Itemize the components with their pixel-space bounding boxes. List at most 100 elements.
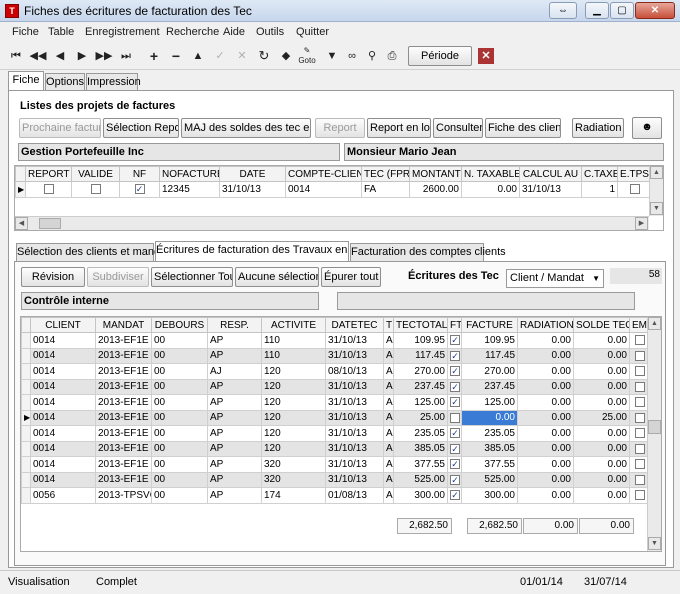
tab-options[interactable]: Options <box>45 73 85 91</box>
col-ft[interactable]: FT <box>447 317 462 333</box>
col-date[interactable]: DATE <box>219 166 286 182</box>
table-row[interactable]: 0014 2013-EF1E 00 AP 320 31/10/13 A 377.55 ✓ 377.… <box>21 456 650 473</box>
cell-mandat[interactable]: 2013-EF1E <box>95 471 152 488</box>
minimize-button[interactable]: ▁ <box>585 2 609 19</box>
cell-resp[interactable]: AP <box>207 456 262 473</box>
cell-solde[interactable]: 0.00 <box>573 471 630 488</box>
cell-mandat[interactable]: 2013-TPSVQ <box>95 487 152 504</box>
report-en-lot-button[interactable]: Report en lot <box>367 118 431 138</box>
col-montant[interactable]: MONTANT <box>409 166 462 182</box>
periode-button[interactable]: Période <box>408 46 472 66</box>
cell-activite[interactable]: 120 <box>261 363 326 380</box>
cell-ctaxe[interactable]: 1 <box>581 181 618 198</box>
add-icon[interactable]: + <box>144 46 164 66</box>
ft-checkbox-box[interactable]: ✓ <box>450 443 460 454</box>
cell-activite[interactable]: 320 <box>261 471 326 488</box>
cell-facture[interactable]: 300.00 <box>461 487 518 504</box>
col-mandat[interactable]: MANDAT <box>95 317 152 333</box>
table-row[interactable]: 0014 2013-EF1E 00 AP 110 31/10/13 A 117.45 ✓ 117.… <box>21 347 650 364</box>
col-debours[interactable]: DEBOURS <box>151 317 208 333</box>
cell-calcul[interactable]: 31/10/13 <box>519 181 582 198</box>
cell-tectotal[interactable]: 525.00 <box>393 471 448 488</box>
scroll-left-icon[interactable]: ◀ <box>15 217 28 230</box>
cell-datetec[interactable]: 31/10/13 <box>325 347 384 364</box>
cell-client[interactable]: 0014 <box>30 456 96 473</box>
col-tec[interactable]: TEC (FPR) <box>361 166 410 182</box>
cell-radiation[interactable]: 0.00 <box>517 378 574 395</box>
col-ntaxable[interactable]: N. TAXABLE <box>461 166 520 182</box>
ft-checkbox[interactable]: ✓ <box>447 425 462 442</box>
cell-radiation[interactable]: 0.00 <box>517 471 574 488</box>
cell-resp[interactable]: AP <box>207 332 262 349</box>
col-compte-client[interactable]: COMPTE-CLIENT <box>285 166 362 182</box>
cell-tectotal[interactable]: 377.55 <box>393 456 448 473</box>
cell-t[interactable]: A <box>383 471 394 488</box>
cell-datetec[interactable]: 31/10/13 <box>325 332 384 349</box>
cell-tectotal[interactable]: 300.00 <box>393 487 448 504</box>
cell-tectotal[interactable]: 125.00 <box>393 394 448 411</box>
cell-debours[interactable]: 00 <box>151 409 208 426</box>
cell-solde[interactable]: 0.00 <box>573 332 630 349</box>
restore-arrows-button[interactable]: ⇔ <box>549 2 577 19</box>
ft-checkbox[interactable]: ✓ <box>447 487 462 504</box>
col-nf[interactable]: NF <box>119 166 160 182</box>
em-checkbox-box[interactable] <box>634 459 645 470</box>
em-checkbox-box[interactable] <box>634 381 645 392</box>
cell-debours[interactable]: 00 <box>151 425 208 442</box>
cell-client[interactable]: 0014 <box>30 378 96 395</box>
ecritures-vscroll[interactable]: ▲ ▼ <box>647 317 661 551</box>
filter-icon[interactable]: ▼ <box>322 46 342 66</box>
cell-datetec[interactable]: 01/08/13 <box>325 487 384 504</box>
cell-montant[interactable]: 2600.00 <box>409 181 462 198</box>
col-datetec[interactable]: DATETEC <box>325 317 384 333</box>
cell-activite[interactable]: 120 <box>261 440 326 457</box>
cell-tectotal[interactable]: 117.45 <box>393 347 448 364</box>
ft-checkbox[interactable]: ✓ <box>447 332 462 349</box>
cell-mandat[interactable]: 2013-EF1E <box>95 378 152 395</box>
facture-row[interactable]: ▶ ✓ 12345 31/10/13 0014 FA 2600.00 0.00 … <box>15 181 652 198</box>
menu-enregistrement[interactable]: Enregistrement <box>85 26 160 38</box>
epurer-tout-button[interactable]: Épurer tout <box>321 267 381 287</box>
cell-solde[interactable]: 0.00 <box>573 456 630 473</box>
nf-checkbox[interactable]: ✓ <box>119 181 160 198</box>
menu-quitter[interactable]: Quitter <box>296 26 329 38</box>
table-row[interactable]: 0014 2013-EF1E 00 AP 120 31/10/13 A 235.05 ✓ 235.… <box>21 425 650 442</box>
cell-t[interactable]: A <box>383 332 394 349</box>
ft-checkbox[interactable]: ✓ <box>447 347 462 364</box>
cell-facture[interactable]: 377.55 <box>461 456 518 473</box>
col-solde-tec[interactable]: SOLDE TEC <box>573 317 630 333</box>
cell-resp[interactable]: AP <box>207 440 262 457</box>
ft-checkbox[interactable]: ✓ <box>447 440 462 457</box>
scroll-thumb[interactable] <box>39 218 61 229</box>
cancel-icon[interactable]: ✕ <box>232 46 252 66</box>
consulter-button[interactable]: Consulter <box>433 118 483 138</box>
em-checkbox-box[interactable] <box>634 335 645 346</box>
col-facture[interactable]: FACTURE <box>461 317 518 333</box>
table-row[interactable]: 0014 2013-EF1E 00 AJ 120 08/10/13 A 270.00 ✓ 270.… <box>21 363 650 380</box>
report-checkbox[interactable] <box>25 181 72 198</box>
search-icon[interactable]: ⚲ <box>362 46 382 66</box>
maximize-button[interactable]: ▢ <box>610 2 634 19</box>
cell-facture[interactable]: 525.00 <box>461 471 518 488</box>
cell-datetec[interactable]: 08/10/13 <box>325 363 384 380</box>
cell-t[interactable]: A <box>383 378 394 395</box>
cell-mandat[interactable]: 2013-EF1E <box>95 332 152 349</box>
cell-t[interactable]: A <box>383 363 394 380</box>
cell-client[interactable]: 0014 <box>30 440 96 457</box>
table-row[interactable]: ▶ 0014 2013-EF1E 00 AP 120 31/10/13 A 25.00 0.00 0… <box>21 409 650 426</box>
ft-checkbox[interactable]: ✓ <box>447 363 462 380</box>
selectionner-tout-button[interactable]: Sélectionner Tout <box>151 267 233 287</box>
ft-checkbox-box[interactable]: ✓ <box>450 459 460 470</box>
cell-t[interactable]: A <box>383 456 394 473</box>
valide-checkbox[interactable] <box>71 181 120 198</box>
cell-mandat[interactable]: 2013-EF1E <box>95 440 152 457</box>
cell-mandat[interactable]: 2013-EF1E <box>95 394 152 411</box>
cell-client[interactable]: 0014 <box>30 471 96 488</box>
col-tectotal[interactable]: TECTOTAL <box>393 317 448 333</box>
table-row[interactable]: 0014 2013-EF1E 00 AP 120 31/10/13 A 237.45 ✓ 237.… <box>21 378 650 395</box>
aucune-selection-button[interactable]: Aucune sélection <box>235 267 319 287</box>
cell-facture[interactable]: 270.00 <box>461 363 518 380</box>
tab-selection-clients[interactable]: Sélection des clients et mandats <box>16 243 175 261</box>
print-icon[interactable]: ⎙ <box>382 46 402 66</box>
group-select[interactable]: Client / Mandat ▼ <box>506 269 604 288</box>
